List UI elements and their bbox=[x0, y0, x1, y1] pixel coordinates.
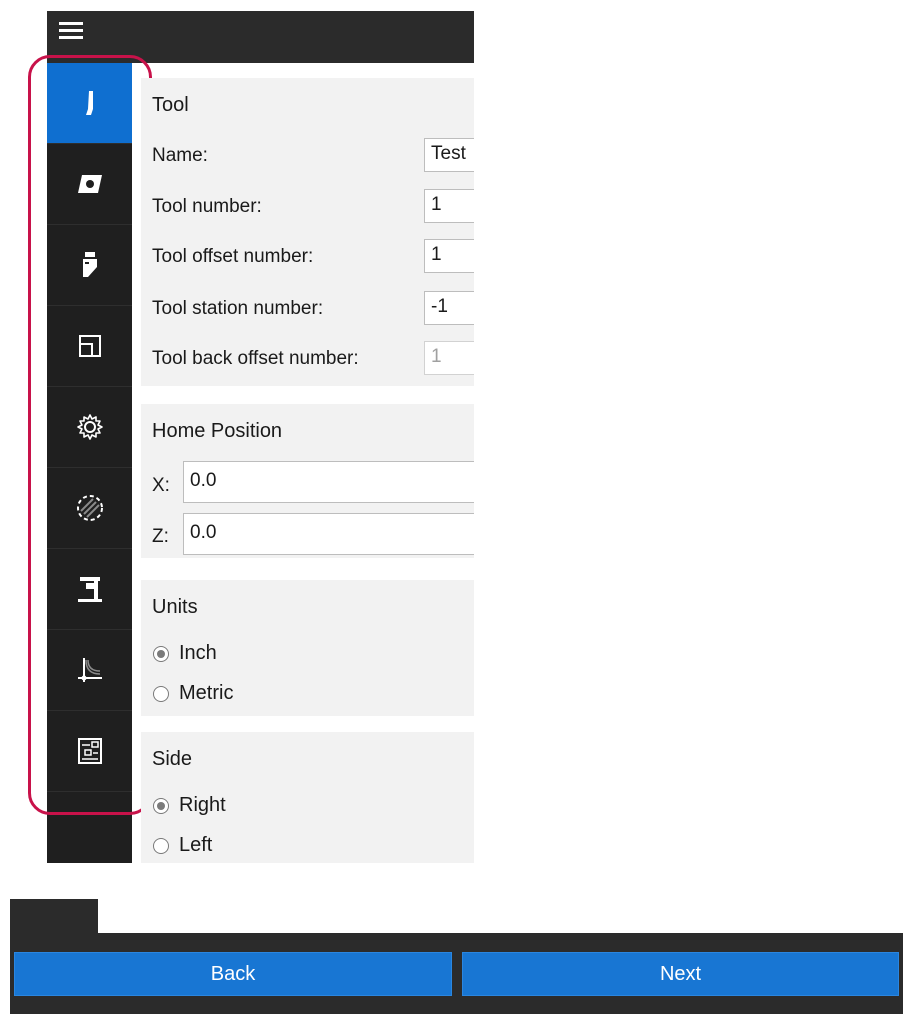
profile-curve-icon bbox=[77, 658, 102, 682]
tool-number-input[interactable]: 1 bbox=[424, 189, 474, 223]
units-inch-label: Inch bbox=[179, 642, 217, 664]
side-group: Side Right Left bbox=[141, 732, 474, 863]
tool-station-number-label: Tool station number: bbox=[152, 298, 324, 319]
sidebar-item-layout[interactable] bbox=[47, 306, 132, 387]
home-x-label: X: bbox=[152, 475, 170, 496]
side-right-radio[interactable]: Right bbox=[153, 794, 226, 817]
next-button[interactable]: Next bbox=[462, 952, 899, 996]
home-x-input[interactable]: 0.0 bbox=[183, 461, 474, 503]
holder-icon bbox=[82, 252, 97, 277]
tool-offset-number-input[interactable]: 1 bbox=[424, 239, 474, 273]
sidebar bbox=[47, 63, 132, 863]
side-title: Side bbox=[152, 748, 193, 770]
tool-station-number-input[interactable]: -1 bbox=[424, 291, 474, 325]
bottom-tab[interactable] bbox=[10, 899, 98, 937]
home-z-input[interactable]: 0.0 bbox=[183, 513, 474, 555]
sidebar-item-profile[interactable] bbox=[47, 630, 132, 711]
sidebar-item-panel[interactable] bbox=[47, 711, 132, 792]
sidebar-item-settings[interactable] bbox=[47, 387, 132, 468]
tool-group-title: Tool bbox=[152, 94, 189, 116]
home-position-group: Home Position X: 0.0 Z: 0.0 bbox=[141, 404, 474, 558]
home-z-label: Z: bbox=[152, 526, 169, 547]
units-title: Units bbox=[152, 596, 198, 618]
sidebar-item-insert[interactable] bbox=[47, 144, 132, 225]
home-position-title: Home Position bbox=[152, 420, 283, 442]
sidebar-item-tool[interactable] bbox=[47, 63, 132, 144]
tool-back-offset-number-label: Tool back offset number: bbox=[152, 348, 359, 369]
sidebar-item-machine[interactable] bbox=[47, 549, 132, 630]
tool-icon bbox=[85, 91, 93, 115]
tool-offset-number-label: Tool offset number: bbox=[152, 246, 314, 267]
units-metric-radio[interactable]: Metric bbox=[153, 682, 233, 705]
radio-checked-icon bbox=[153, 797, 169, 814]
layout-icon bbox=[78, 335, 101, 357]
side-left-radio[interactable]: Left bbox=[153, 834, 212, 857]
insert-icon bbox=[77, 175, 102, 193]
tool-settings-panel: Tool Name: Test Tool number: 1 Tool offs… bbox=[141, 78, 474, 863]
units-inch-radio[interactable]: Inch bbox=[153, 642, 217, 665]
tool-back-offset-number-input: 1 bbox=[424, 341, 474, 375]
back-button[interactable]: Back bbox=[14, 952, 452, 996]
machine-icon bbox=[77, 577, 102, 602]
gear-icon bbox=[76, 414, 103, 440]
tool-name-label: Name: bbox=[152, 145, 208, 166]
units-group: Units Inch Metric bbox=[141, 580, 474, 716]
units-metric-label: Metric bbox=[179, 682, 234, 704]
top-bar bbox=[47, 11, 474, 63]
sidebar-item-holder[interactable] bbox=[47, 225, 132, 306]
panel-controls-icon bbox=[77, 738, 102, 764]
radio-unchecked-icon bbox=[153, 685, 169, 702]
sidebar-item-stock[interactable] bbox=[47, 468, 132, 549]
tool-group: Tool Name: Test Tool number: 1 Tool offs… bbox=[141, 78, 474, 386]
radio-unchecked-icon bbox=[153, 837, 169, 854]
side-left-label: Left bbox=[179, 834, 213, 856]
hamburger-menu-icon[interactable] bbox=[59, 22, 83, 40]
stock-circle-icon bbox=[76, 495, 103, 521]
tool-number-label: Tool number: bbox=[152, 196, 262, 217]
side-right-label: Right bbox=[179, 794, 226, 816]
tool-name-input[interactable]: Test bbox=[424, 138, 474, 172]
radio-checked-icon bbox=[153, 645, 169, 662]
